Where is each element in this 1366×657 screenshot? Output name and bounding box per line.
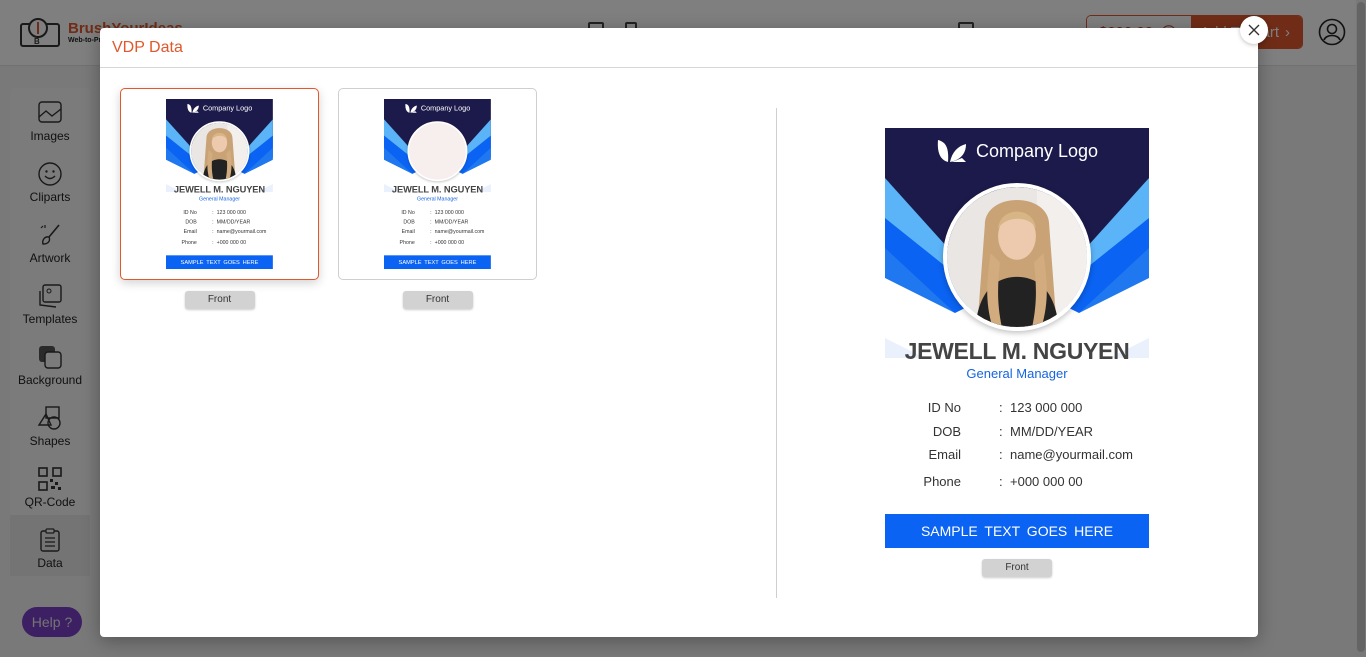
leaf-logo-icon bbox=[937, 140, 966, 162]
card-preview: Company Logo JEWELL M. NGUYEN General Ma… bbox=[885, 128, 1149, 548]
field-label: DOB bbox=[932, 424, 961, 439]
field-value: 123 000 000 bbox=[1010, 400, 1083, 415]
field-label: Email bbox=[928, 447, 961, 462]
card-holder-name: JEWELL M. NGUYEN bbox=[904, 338, 1130, 364]
portrait-image bbox=[947, 187, 1087, 327]
preview-side-label[interactable]: Front bbox=[982, 559, 1052, 577]
field-value: MM/DD/YEAR bbox=[216, 218, 251, 225]
field-colon: : bbox=[430, 209, 432, 216]
panel-divider bbox=[776, 108, 777, 598]
field-colon: : bbox=[430, 239, 432, 246]
card-holder-name: JEWELL M. NGUYEN bbox=[173, 184, 265, 195]
card-holder-role: General Manager bbox=[416, 195, 458, 202]
field-label: ID No bbox=[183, 209, 197, 216]
field-colon: : bbox=[430, 228, 432, 235]
field-value: MM/DD/YEAR bbox=[1010, 424, 1094, 439]
side-label-button[interactable]: Front bbox=[402, 291, 473, 309]
field-value: 123 000 000 bbox=[216, 209, 246, 216]
field-value: +000 000 00 bbox=[216, 239, 247, 246]
field-colon: : bbox=[999, 400, 1003, 415]
field-value: +000 000 00 bbox=[434, 239, 465, 246]
id-card-thumbnail: Company Logo JEWELL M. NGUYEN General Ma… bbox=[166, 99, 273, 270]
card-footer-banner: SAMPLE TEXT GOES HERE bbox=[885, 514, 1149, 548]
modal-header: VDP Data bbox=[100, 28, 1258, 68]
field-label: Phone bbox=[399, 239, 415, 246]
field-value: name@yourmail.com bbox=[434, 228, 485, 235]
field-label: Phone bbox=[181, 239, 197, 246]
id-card-thumbnail: Company Logo JEWELL M. NGUYEN General Ma… bbox=[384, 99, 491, 270]
field-label: DOB bbox=[185, 218, 197, 225]
field-label: Phone bbox=[923, 474, 961, 489]
card-footer-banner: SAMPLE TEXT GOES HERE bbox=[384, 255, 491, 270]
leaf-logo-icon bbox=[187, 103, 199, 113]
thumbnail-card[interactable]: Company Logo JEWELL M. NGUYEN General Ma… bbox=[120, 88, 319, 280]
field-colon: : bbox=[212, 228, 214, 235]
field-colon: : bbox=[212, 239, 214, 246]
field-colon: : bbox=[999, 424, 1003, 439]
design-thumbnail-1: Company Logo JEWELL M. NGUYEN General Ma… bbox=[120, 88, 319, 309]
field-value: +000 000 00 bbox=[1010, 474, 1083, 489]
side-label-button[interactable]: Front bbox=[184, 291, 255, 309]
card-holder-name: JEWELL M. NGUYEN bbox=[391, 184, 483, 195]
design-thumbnail-2: Company Logo JEWELL M. NGUYEN General Ma… bbox=[338, 88, 537, 309]
company-logo-text: Company Logo bbox=[975, 140, 1099, 161]
field-colon: : bbox=[999, 447, 1003, 462]
id-card-preview: Company Logo JEWELL M. NGUYEN General Ma… bbox=[885, 128, 1149, 548]
company-logo-text: Company Logo bbox=[420, 104, 471, 113]
close-icon bbox=[1248, 24, 1260, 36]
card-holder-role: General Manager bbox=[198, 195, 240, 202]
field-value: name@yourmail.com bbox=[216, 228, 267, 235]
profile-photo bbox=[943, 183, 1091, 331]
company-logo-text: Company Logo bbox=[202, 104, 253, 113]
field-colon: : bbox=[212, 209, 214, 216]
card-holder-role: General Manager bbox=[966, 366, 1068, 381]
field-label: Email bbox=[183, 228, 197, 235]
field-label: ID No bbox=[401, 209, 415, 216]
field-label: DOB bbox=[403, 218, 415, 225]
profile-photo bbox=[407, 121, 468, 182]
vdp-data-modal: VDP Data Company Logo JEWELL M. NGUYEN G… bbox=[100, 28, 1258, 637]
field-colon: : bbox=[212, 218, 214, 225]
profile-photo bbox=[189, 121, 250, 182]
modal-title: VDP Data bbox=[112, 38, 183, 56]
close-modal-button[interactable] bbox=[1240, 16, 1268, 44]
field-label: ID No bbox=[927, 400, 961, 415]
field-colon: : bbox=[430, 218, 432, 225]
company-logo: Company Logo bbox=[885, 138, 1149, 164]
thumbnail-card[interactable]: Company Logo JEWELL M. NGUYEN General Ma… bbox=[338, 88, 537, 280]
field-colon: : bbox=[999, 474, 1003, 489]
portrait-image bbox=[191, 122, 248, 180]
card-footer-banner: SAMPLE TEXT GOES HERE bbox=[166, 255, 273, 270]
field-value: MM/DD/YEAR bbox=[434, 218, 469, 225]
company-logo: Company Logo bbox=[166, 103, 273, 114]
leaf-logo-icon bbox=[405, 103, 417, 113]
field-value: name@yourmail.com bbox=[1010, 447, 1134, 462]
field-label: Email bbox=[401, 228, 415, 235]
field-value: 123 000 000 bbox=[434, 209, 464, 216]
company-logo: Company Logo bbox=[384, 103, 491, 114]
